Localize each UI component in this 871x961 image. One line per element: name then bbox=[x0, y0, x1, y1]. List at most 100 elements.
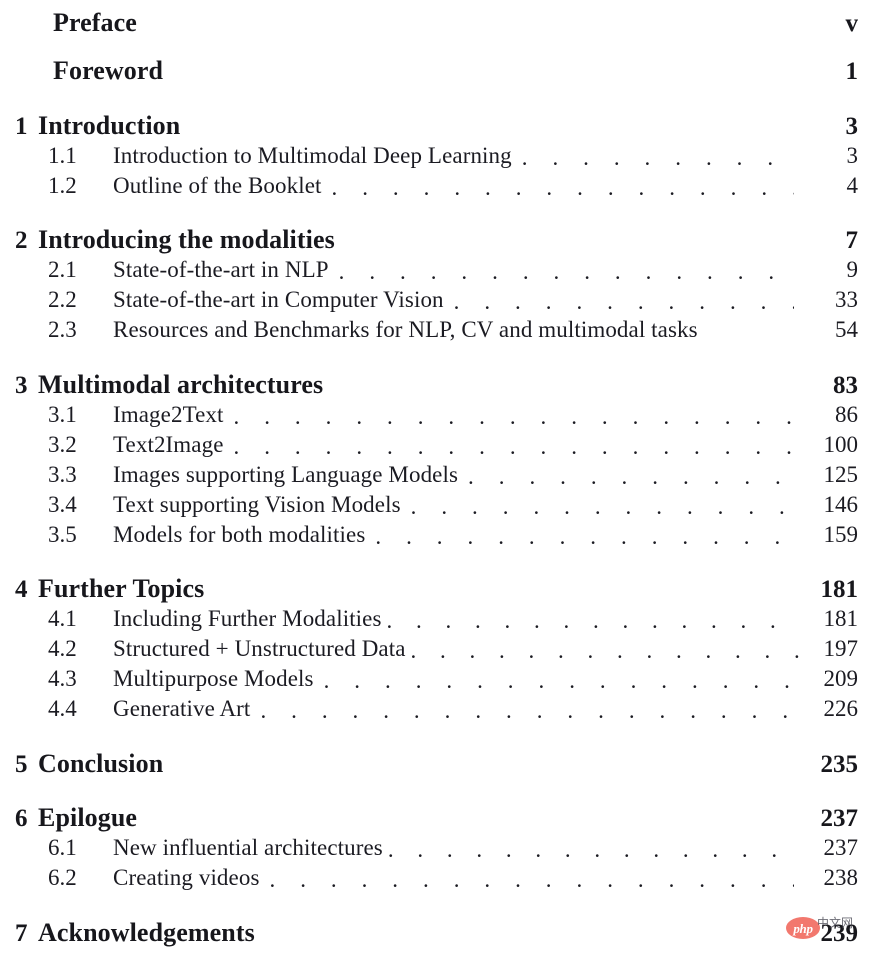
toc-entry-page-number: 209 bbox=[823, 666, 859, 691]
toc-entry-number: 6 bbox=[15, 805, 28, 832]
toc-dot-leader: . . . . . . . . . . . . . . . . . . . . … bbox=[233, 409, 794, 429]
toc-entry-number: 6.1 bbox=[48, 835, 77, 860]
toc-entry-title: Introducing the modalities bbox=[38, 225, 335, 254]
toc-entry-page-number: 100 bbox=[823, 432, 859, 457]
toc-dot-leader: . . . . . . . . . . . . . . . . . . . . … bbox=[410, 643, 799, 663]
table-of-contents: Preface v Foreword 1 1 Introduction 3 1.1 Introd… bbox=[0, 0, 871, 961]
toc-entry-number: 1.2 bbox=[48, 173, 77, 198]
toc-entry-number: 3.4 bbox=[48, 492, 77, 517]
toc-dot-leader: . . . . . . . . . . . . . . . . . . . . … bbox=[331, 180, 794, 200]
toc-chapter-row[interactable]: 3 Multimodal architectures 83 bbox=[0, 370, 871, 400]
toc-entry-page-number: 54 bbox=[835, 317, 858, 342]
toc-dot-leader: . . . . . . . . . . . . . . . . . . . . … bbox=[410, 499, 794, 519]
toc-dot-leader: . . . . . . . . . . . . . . . . . . . . … bbox=[387, 842, 799, 862]
toc-entry-number: 4.4 bbox=[48, 696, 77, 721]
toc-entry-title: Image2Text bbox=[113, 402, 224, 427]
toc-dot-leader: . . . . . . . . . . . . . . . . . . . . … bbox=[338, 264, 794, 284]
toc-entry-title: Multipurpose Models bbox=[113, 666, 314, 691]
toc-dot-leader: . . . . . . . . . . . . . . . . . . . . … bbox=[386, 613, 799, 633]
toc-entry-number: 2.2 bbox=[48, 287, 77, 312]
toc-section-row[interactable]: 3.1 Image2Text . . . . . . . . . . . . . .… bbox=[0, 402, 871, 432]
toc-entry-title: State-of-the-art in NLP bbox=[113, 257, 329, 282]
toc-chapter-row[interactable]: 6 Epilogue 237 bbox=[0, 803, 871, 833]
toc-entry-title: Text supporting Vision Models bbox=[113, 492, 401, 517]
toc-entry-page-number: 237 bbox=[823, 835, 859, 860]
toc-entry-title: Images supporting Language Models bbox=[113, 462, 459, 487]
toc-entry-number: 3.3 bbox=[48, 462, 77, 487]
toc-dot-leader: . . . . . . . . . . . . . . . . . . . . … bbox=[323, 673, 794, 693]
toc-frontmatter-row[interactable]: Foreword 1 bbox=[0, 56, 871, 86]
toc-section-row[interactable]: 4.1 Including Further Modalities. . . . .… bbox=[0, 606, 871, 636]
toc-entry-page-number: 86 bbox=[835, 402, 858, 427]
toc-entry-title: Introduction bbox=[38, 111, 181, 140]
toc-entry-page-number: 159 bbox=[823, 522, 859, 547]
toc-entry-number: 1.1 bbox=[48, 143, 77, 168]
toc-entry-number: 2.1 bbox=[48, 257, 77, 282]
toc-entry-page-number: 197 bbox=[823, 636, 859, 661]
toc-entry-page-number: 7 bbox=[845, 227, 859, 254]
toc-entry-page-number: 3 bbox=[845, 113, 859, 140]
toc-section-row[interactable]: 6.2 Creating videos . . . . . . . . . . . … bbox=[0, 865, 871, 895]
toc-entry-page-number: 146 bbox=[823, 492, 859, 517]
toc-entry-number: 3.5 bbox=[48, 522, 77, 547]
toc-entry-number: 5 bbox=[15, 751, 28, 778]
toc-section-row[interactable]: 1.2 Outline of the Booklet . . . . . . . .… bbox=[0, 173, 871, 203]
toc-entry-number: 4.3 bbox=[48, 666, 77, 691]
toc-dot-leader: . . . . . . . . . . . . . . . . . . . . … bbox=[468, 469, 794, 489]
toc-entry-title: New influential architectures bbox=[113, 835, 383, 860]
toc-section-row[interactable]: 4.4 Generative Art . . . . . . . . . . . .… bbox=[0, 696, 871, 726]
toc-section-row[interactable]: 2.3 Resources and Benchmarks for NLP, CV … bbox=[0, 317, 871, 347]
toc-dot-leader: . . . . . . . . . . . . . . . . . . . . … bbox=[233, 439, 794, 459]
toc-entry-page-number: 181 bbox=[823, 606, 859, 631]
toc-section-row[interactable]: 2.2 State-of-the-art in Computer Vision . … bbox=[0, 287, 871, 317]
toc-section-row[interactable]: 3.4 Text supporting Vision Models . . . . … bbox=[0, 492, 871, 522]
toc-section-row[interactable]: 1.1 Introduction to Multimodal Deep Learn… bbox=[0, 143, 871, 173]
toc-entry-page-number: 226 bbox=[823, 696, 859, 721]
toc-dot-leader: . . . . . . . . . . . . . . . . . . . . … bbox=[269, 872, 795, 892]
toc-entry-page-number: 181 bbox=[820, 576, 859, 603]
toc-entry-title: Including Further Modalities bbox=[113, 606, 382, 631]
toc-entry-number: 1 bbox=[15, 113, 28, 140]
toc-entry-title: Epilogue bbox=[38, 803, 138, 832]
toc-entry-title: Foreword bbox=[53, 56, 164, 85]
toc-entry-page-number: 4 bbox=[846, 173, 859, 198]
toc-entry-title: Generative Art bbox=[113, 696, 251, 721]
toc-entry-title: Creating videos bbox=[113, 865, 260, 890]
toc-entry-title: Introduction to Multimodal Deep Learning bbox=[113, 143, 512, 168]
toc-entry-title: Structured + Unstructured Data bbox=[113, 636, 406, 661]
toc-section-row[interactable]: 3.5 Models for both modalities . . . . . .… bbox=[0, 522, 871, 552]
toc-section-row[interactable]: 3.2 Text2Image . . . . . . . . . . . . . .… bbox=[0, 432, 871, 462]
toc-entry-title: Further Topics bbox=[38, 574, 205, 603]
toc-chapter-row[interactable]: 2 Introducing the modalities 7 bbox=[0, 225, 871, 255]
toc-section-row[interactable]: 4.2 Structured + Unstructured Data. . . .… bbox=[0, 636, 871, 666]
toc-entry-title: Acknowledgements bbox=[38, 918, 255, 947]
toc-entry-page-number: 238 bbox=[823, 865, 859, 890]
toc-entry-title: Preface bbox=[53, 8, 137, 37]
toc-entry-page-number: 1 bbox=[845, 58, 859, 85]
toc-entry-number: 3.1 bbox=[48, 402, 77, 427]
toc-chapter-row[interactable]: 4 Further Topics 181 bbox=[0, 574, 871, 604]
toc-entry-page-number: 239 bbox=[820, 920, 859, 947]
toc-entry-number: 7 bbox=[15, 920, 28, 947]
toc-chapter-row[interactable]: 5 Conclusion 235 bbox=[0, 749, 871, 779]
toc-entry-number: 2.3 bbox=[48, 317, 77, 342]
toc-entry-title: Conclusion bbox=[38, 749, 164, 778]
toc-entry-title: Resources and Benchmarks for NLP, CV and… bbox=[113, 317, 698, 342]
toc-entry-title: Multimodal architectures bbox=[38, 370, 324, 399]
toc-entry-page-number: 33 bbox=[835, 287, 858, 312]
toc-entry-page-number: 83 bbox=[833, 372, 858, 399]
toc-section-row[interactable]: 2.1 State-of-the-art in NLP . . . . . . . … bbox=[0, 257, 871, 287]
toc-section-row[interactable]: 3.3 Images supporting Language Models . . … bbox=[0, 462, 871, 492]
toc-section-row[interactable]: 6.1 New influential architectures. . . . … bbox=[0, 835, 871, 865]
toc-entry-page-number: 237 bbox=[820, 805, 859, 832]
toc-frontmatter-row[interactable]: Preface v bbox=[0, 8, 871, 38]
toc-entry-title: State-of-the-art in Computer Vision bbox=[113, 287, 444, 312]
toc-entry-page-number: 125 bbox=[823, 462, 859, 487]
toc-chapter-row[interactable]: 1 Introduction 3 bbox=[0, 111, 871, 141]
toc-entry-title: Outline of the Booklet bbox=[113, 173, 322, 198]
toc-dot-leader: . . . . . . . . . . . . . . . . . . . . … bbox=[375, 529, 794, 549]
toc-chapter-row[interactable]: 7 Acknowledgements 239 bbox=[0, 918, 871, 948]
toc-section-row[interactable]: 4.3 Multipurpose Models . . . . . . . . . … bbox=[0, 666, 871, 696]
toc-dot-leader: . . . . . . . . . . . . . . . . . . . . … bbox=[453, 294, 794, 314]
toc-dot-leader: . . . . . . . . . . . . . . . . . . . . … bbox=[521, 150, 794, 170]
